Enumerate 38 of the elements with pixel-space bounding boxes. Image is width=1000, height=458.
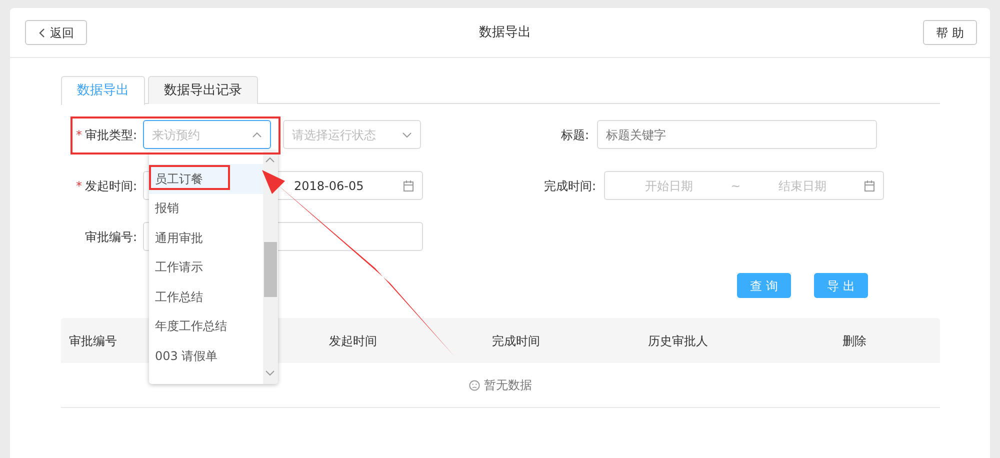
required-mark: * bbox=[76, 178, 82, 192]
dropdown-item[interactable]: 工作请示 bbox=[149, 252, 263, 282]
field-label: 完成时间: bbox=[544, 178, 596, 192]
help-button[interactable]: 帮 助 bbox=[923, 20, 977, 45]
tab[interactable]: 数据导出记录 bbox=[148, 76, 258, 104]
field-label: 标题: bbox=[560, 128, 589, 142]
dropdown-item[interactable]: 通用审批 bbox=[149, 223, 263, 252]
scrollbar-thumb[interactable] bbox=[264, 242, 277, 297]
column-header: 历史审批人 bbox=[648, 334, 708, 348]
sad-face-icon bbox=[469, 380, 480, 390]
title-input-field[interactable]: 标题关键字 bbox=[597, 120, 877, 149]
chevron-up-icon bbox=[252, 132, 262, 138]
range-separator: ~ bbox=[730, 178, 741, 194]
dropdown-item[interactable]: 003 请假单 bbox=[149, 341, 263, 370]
select-placeholder: 请选择运行状态 bbox=[292, 126, 376, 144]
field-label: 审批编号: bbox=[84, 230, 137, 244]
column-header: 发起时间 bbox=[329, 334, 377, 348]
column-header: 完成时间 bbox=[492, 334, 540, 348]
field-label: 发起时间: bbox=[84, 178, 137, 192]
column-header: 审批编号 bbox=[69, 334, 117, 348]
calendar-icon bbox=[403, 180, 414, 192]
chevron-left-icon bbox=[38, 28, 46, 38]
chevron-up-icon bbox=[265, 157, 275, 163]
required-mark: * bbox=[76, 128, 82, 142]
column-header: 删除 bbox=[842, 334, 866, 348]
back-button[interactable]: 返回 bbox=[25, 20, 87, 45]
dropdown-item[interactable]: 年度工作总结 bbox=[149, 312, 263, 341]
end-date-placeholder: 结束日期 bbox=[778, 178, 826, 194]
calendar-icon bbox=[864, 180, 875, 192]
empty-message: 暂无数据 bbox=[484, 377, 532, 394]
chevron-down-icon bbox=[265, 370, 275, 376]
chevron-down-icon bbox=[402, 132, 412, 138]
select-value: 来访预约 bbox=[152, 126, 200, 144]
start-date-placeholder: 开始日期 bbox=[645, 178, 693, 194]
dropdown-item[interactable]: 工作总结 bbox=[149, 282, 263, 312]
field-label: 审批类型: bbox=[84, 128, 137, 142]
date-value: 2018-06-05 bbox=[294, 178, 364, 194]
page-title: 数据导出 bbox=[479, 24, 532, 42]
